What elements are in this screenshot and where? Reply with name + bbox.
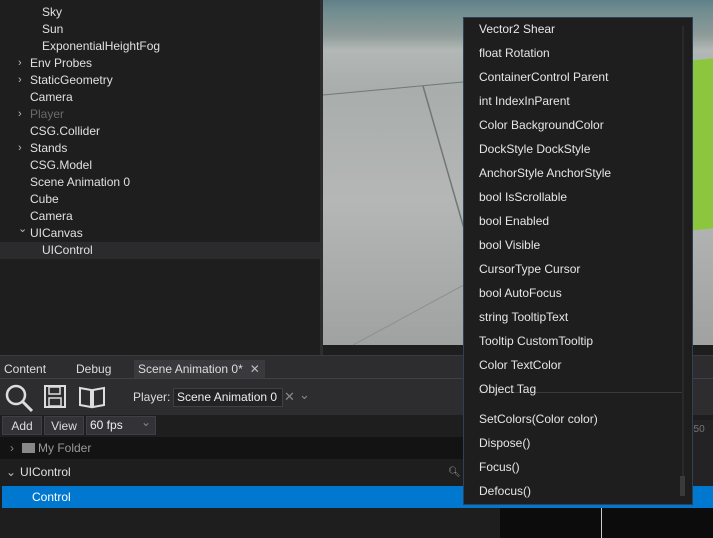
tree-item[interactable]: CSG.Model	[0, 157, 320, 174]
chevron-right-icon[interactable]: ›	[10, 437, 14, 459]
search-icon[interactable]: 🔍︎	[448, 460, 461, 485]
tree-item-label: Cube	[30, 192, 59, 206]
tab-label: Scene Animation 0*	[138, 362, 243, 376]
tree-item[interactable]: › Env Probes	[0, 55, 320, 72]
tree-item-label: UICanvas	[30, 226, 83, 240]
track-label: Control	[32, 490, 71, 504]
track-uicontrol[interactable]: ⌄ UIControl 🔍︎	[0, 460, 500, 485]
timeline-track	[500, 508, 713, 538]
tree-item-label: Camera	[30, 90, 73, 104]
tree-item[interactable]: Camera	[0, 89, 320, 106]
tab-scene-animation[interactable]: Scene Animation 0* ✕	[134, 360, 265, 379]
menu-scrollbar[interactable]	[682, 26, 684, 496]
player-label: Player:	[133, 390, 171, 404]
menu-item-method[interactable]: Defocus()	[479, 479, 531, 503]
chevron-down-icon[interactable]: ⌄	[299, 387, 310, 403]
menu-item[interactable]: int IndexInParent	[479, 89, 570, 113]
menu-item-method[interactable]: Dispose()	[479, 431, 530, 455]
book-icon[interactable]	[78, 385, 106, 409]
menu-item[interactable]: AnchorStyle AnchorStyle	[479, 161, 611, 185]
menu-item[interactable]: bool Enabled	[479, 209, 549, 233]
tree-item[interactable]: Scene Animation 0	[0, 174, 320, 191]
save-icon[interactable]	[44, 385, 66, 409]
tree-item-label: Env Probes	[30, 56, 93, 70]
scene-tree: Sky Sun ExponentialHeightFog › Env Probes › St…	[0, 0, 320, 355]
tree-item[interactable]: › Player	[0, 106, 320, 123]
track-folder[interactable]: › My Folder	[0, 437, 500, 459]
menu-scrollbar-thumb[interactable]	[680, 476, 685, 496]
tree-item[interactable]: CSG.Collider	[0, 123, 320, 140]
player-field[interactable]: Scene Animation 0	[173, 388, 283, 407]
tree-item[interactable]: › Stands	[0, 140, 320, 157]
search-icon[interactable]	[4, 383, 34, 413]
close-icon[interactable]: ✕	[250, 360, 260, 379]
menu-item[interactable]: string TooltipText	[479, 305, 568, 329]
tree-item-label: Sky	[42, 5, 63, 19]
tree-item[interactable]: ExponentialHeightFog	[0, 38, 320, 55]
chevron-right-icon[interactable]: ›	[18, 72, 28, 89]
tree-item[interactable]: Cube	[0, 191, 320, 208]
tree-item-label: Sun	[42, 22, 64, 36]
menu-item[interactable]: DockStyle DockStyle	[479, 137, 590, 161]
chevron-right-icon[interactable]: ›	[18, 55, 28, 72]
clear-icon[interactable]: ✕	[284, 389, 295, 405]
tab-debug[interactable]: Debug	[72, 360, 115, 379]
add-button[interactable]: Add	[2, 416, 42, 435]
menu-item[interactable]: CursorType Cursor	[479, 257, 580, 281]
tree-item[interactable]: Camera	[0, 208, 320, 225]
menu-item-method[interactable]: SetColors(Color color)	[479, 407, 598, 431]
menu-item[interactable]: Color BackgroundColor	[479, 113, 604, 137]
context-menu: Vector2 Shear float Rotation ContainerCont…	[463, 17, 693, 505]
tree-item[interactable]: Sun	[0, 21, 320, 38]
tree-item-label: Player	[30, 107, 65, 121]
menu-item-method[interactable]: Focus()	[479, 455, 520, 479]
tree-item-label: Scene Animation 0	[30, 175, 131, 189]
folder-icon	[22, 443, 35, 453]
menu-item[interactable]: Vector2 Shear	[479, 17, 555, 41]
menu-item[interactable]: bool Visible	[479, 233, 540, 257]
chevron-right-icon[interactable]: ›	[18, 140, 28, 157]
chevron-down-icon[interactable]: ⌄	[18, 221, 28, 238]
menu-item[interactable]: ContainerControl Parent	[479, 65, 608, 89]
menu-item[interactable]: bool AutoFocus	[479, 281, 562, 305]
tree-item[interactable]: Sky	[0, 4, 320, 21]
tree-item-label: CSG.Collider	[30, 124, 101, 138]
fps-value: 60 fps	[90, 418, 123, 432]
tree-item[interactable]: UIControl	[0, 242, 320, 259]
view-button[interactable]: View	[44, 416, 84, 435]
menu-item[interactable]: float Rotation	[479, 41, 550, 65]
tree-item-label: StaticGeometry	[30, 73, 113, 87]
menu-item[interactable]: Tooltip CustomTooltip	[479, 329, 593, 353]
folder-label: My Folder	[38, 441, 92, 455]
tree-item-label: UIControl	[42, 243, 93, 257]
track-label: UIControl	[20, 465, 71, 479]
tab-content[interactable]: Content	[0, 360, 50, 379]
menu-item[interactable]: Object Tag	[479, 377, 536, 401]
tree-item[interactable]: ⌄ UICanvas	[0, 223, 320, 242]
tree-item-label: Camera	[30, 209, 73, 223]
tree-item-label: Stands	[30, 141, 68, 155]
chevron-down-icon: ⌄	[140, 415, 151, 429]
fps-dropdown[interactable]: 60 fps ⌄	[86, 415, 156, 435]
chevron-down-icon[interactable]: ⌄	[6, 460, 16, 485]
menu-item[interactable]: bool IsScrollable	[479, 185, 567, 209]
tree-item-label: ExponentialHeightFog	[42, 39, 161, 53]
menu-item[interactable]: Color TextColor	[479, 353, 561, 377]
tree-item[interactable]: › StaticGeometry	[0, 72, 320, 89]
playhead[interactable]	[601, 508, 602, 538]
chevron-right-icon[interactable]: ›	[18, 106, 28, 123]
tree-item-label: CSG.Model	[30, 158, 93, 172]
